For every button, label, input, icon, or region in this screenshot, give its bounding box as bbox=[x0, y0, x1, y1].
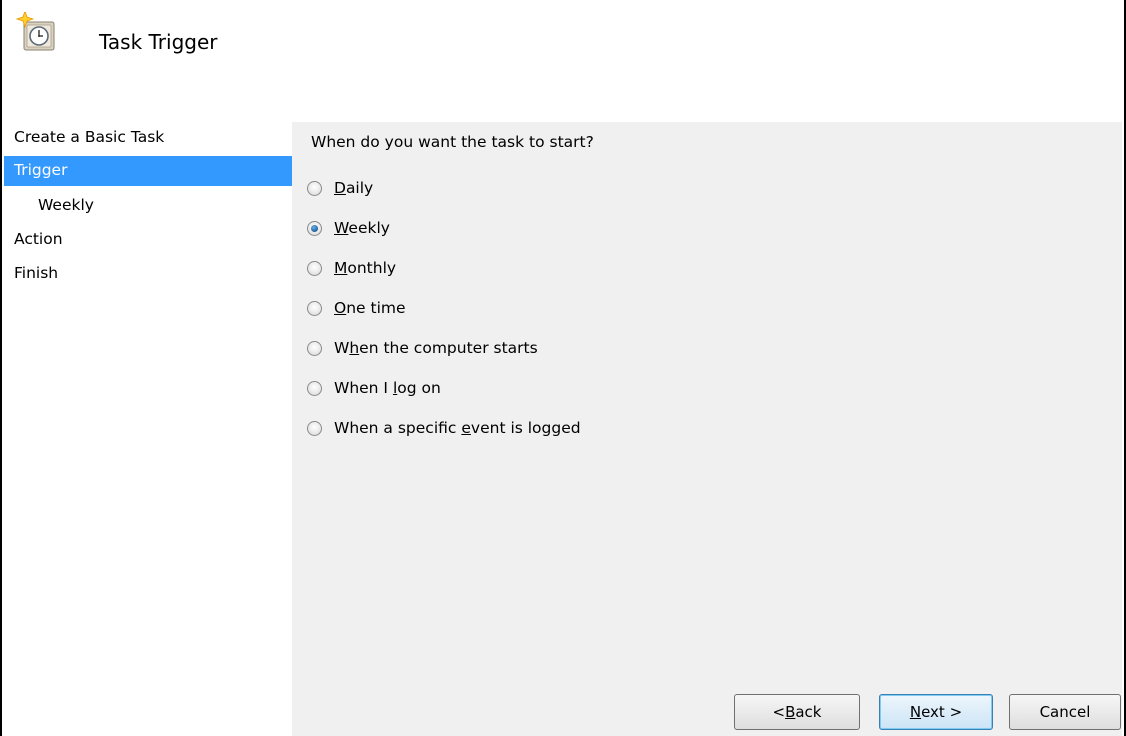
radio-option-monthly[interactable]: Monthly bbox=[307, 256, 396, 280]
back-button[interactable]: < Back bbox=[734, 694, 860, 730]
trigger-question: When do you want the task to start? bbox=[311, 133, 594, 151]
radio-label-log-on: When I log on bbox=[334, 379, 441, 397]
radio-option-log-on[interactable]: When I log on bbox=[307, 376, 441, 400]
radio-button-log-on[interactable] bbox=[307, 380, 322, 396]
next-button[interactable]: Next > bbox=[879, 694, 993, 730]
radio-option-computer-starts[interactable]: When the computer starts bbox=[307, 336, 538, 360]
radio-button-weekly[interactable] bbox=[307, 220, 322, 236]
sidebar-item-trigger[interactable]: Trigger bbox=[4, 156, 292, 186]
wizard-header: Task Trigger bbox=[2, 0, 1124, 122]
wizard-steps-sidebar: Create a Basic Task Trigger Weekly Actio… bbox=[4, 122, 292, 736]
sidebar-item-weekly[interactable]: Weekly bbox=[4, 190, 292, 224]
sidebar-item-action[interactable]: Action bbox=[4, 224, 292, 258]
radio-button-computer-starts[interactable] bbox=[307, 340, 322, 356]
trigger-options-panel: When do you want the task to start? Dail… bbox=[292, 122, 1122, 736]
radio-button-one-time[interactable] bbox=[307, 300, 322, 316]
radio-label-monthly: Monthly bbox=[334, 259, 397, 277]
page-title: Task Trigger bbox=[99, 30, 218, 54]
radio-button-event-logged[interactable] bbox=[307, 420, 322, 436]
radio-option-weekly[interactable]: Weekly bbox=[307, 216, 390, 240]
radio-label-computer-starts: When the computer starts bbox=[334, 339, 538, 357]
radio-option-event-logged[interactable]: When a specific event is logged bbox=[307, 416, 581, 440]
scheduled-task-clock-icon bbox=[15, 9, 60, 56]
radio-label-weekly: Weekly bbox=[334, 219, 390, 237]
radio-label-event-logged: When a specific event is logged bbox=[334, 419, 581, 437]
radio-label-daily: Daily bbox=[334, 179, 374, 197]
radio-option-one-time[interactable]: One time bbox=[307, 296, 406, 320]
radio-label-one-time: One time bbox=[334, 299, 406, 317]
sidebar-item-finish[interactable]: Finish bbox=[4, 258, 292, 292]
cancel-button[interactable]: Cancel bbox=[1009, 694, 1121, 730]
radio-button-monthly[interactable] bbox=[307, 260, 322, 276]
task-trigger-window: Task Trigger Create a Basic Task Trigger… bbox=[0, 0, 1126, 736]
sidebar-item-create-basic-task[interactable]: Create a Basic Task bbox=[4, 122, 292, 156]
radio-option-daily[interactable]: Daily bbox=[307, 176, 373, 200]
radio-button-daily[interactable] bbox=[307, 180, 322, 196]
